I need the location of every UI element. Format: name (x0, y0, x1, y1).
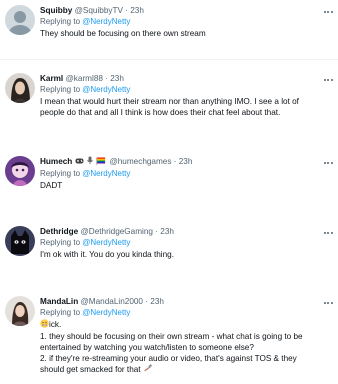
more-options-icon[interactable] (322, 230, 334, 236)
more-options-icon[interactable] (322, 300, 334, 306)
user-handle[interactable]: @SquibbyTV (75, 6, 123, 15)
replying-to: Replying to @NerdyNetty (40, 168, 320, 179)
mention-link[interactable]: @NerdyNetty (82, 238, 130, 247)
tweet-text: I'm ok with it. You do you kinda thing. (40, 249, 320, 260)
mention-link[interactable]: @NerdyNetty (82, 169, 130, 178)
tweet-line: I'm ok with it. You do you kinda thing. (40, 250, 175, 259)
separator: · (145, 297, 149, 306)
reply-tweet[interactable]: Karml @karml88 · 23h Replying to @NerdyN… (0, 68, 338, 148)
display-name[interactable]: MandaLin (40, 297, 78, 306)
tweet-line: I mean that would hurt their stream nor … (40, 97, 299, 106)
replying-to-label: Replying to (40, 17, 81, 26)
mention-link[interactable]: @NerdyNetty (82, 308, 130, 317)
user-handle[interactable]: @DethridgeGaming (81, 227, 153, 236)
display-name[interactable]: Humech (40, 157, 72, 166)
separator: · (173, 157, 177, 166)
microphone-icon (87, 156, 93, 168)
avatar[interactable] (5, 226, 35, 256)
user-handle[interactable]: @humechgames (109, 157, 171, 166)
separator: · (105, 74, 108, 83)
tweet-header: Humech @humechgames · 23h (40, 156, 320, 168)
display-name[interactable]: Karml (40, 74, 63, 83)
more-options-icon[interactable] (322, 77, 334, 83)
tweet-line: 2. if they're re-streaming your audio or… (40, 354, 297, 363)
mention-link[interactable]: @NerdyNetty (82, 17, 130, 26)
display-name[interactable]: Dethridge (40, 227, 78, 236)
tweet-text: DADT (40, 180, 320, 191)
tweet-line: entertained by watching you watch/listen… (40, 343, 254, 352)
replying-to: Replying to @NerdyNetty (40, 307, 320, 318)
more-options-icon[interactable] (322, 160, 334, 166)
grimace-icon (40, 319, 49, 331)
timestamp[interactable]: 23h (150, 297, 164, 306)
replying-to: Replying to @NerdyNetty (40, 84, 320, 95)
avatar[interactable] (5, 73, 35, 103)
more-options-icon[interactable] (322, 9, 334, 15)
tweet-header: MandaLin @MandaLin2000 · 23h (40, 296, 320, 307)
woman-photo-avatar-icon (5, 296, 35, 326)
user-handle[interactable]: @karml88 (66, 74, 103, 83)
timestamp[interactable]: 23h (110, 74, 124, 83)
separator: · (125, 6, 128, 15)
woman-photo-avatar-icon (5, 73, 35, 103)
tweet-text: ick. 1. they should be focusing on their… (40, 319, 320, 376)
mention-link[interactable]: @NerdyNetty (82, 85, 130, 94)
avatar[interactable] (5, 5, 35, 35)
timestamp[interactable]: 23h (130, 6, 144, 15)
replying-to: Replying to @NerdyNetty (40, 16, 320, 27)
person-avatar-icon (5, 5, 35, 35)
timestamp[interactable]: 23h (160, 227, 174, 236)
separator: · (155, 227, 158, 236)
tweet-text: I mean that would hurt their stream nor … (40, 96, 320, 118)
replying-to: Replying to @NerdyNetty (40, 237, 320, 248)
user-handle[interactable]: @MandaLin2000 (81, 297, 144, 306)
tweet-text: They should be focusing on there own str… (40, 28, 320, 39)
tweet-header: Squibby @SquibbyTV · 23h (40, 5, 320, 16)
tweet-line: 1. they should be focusing on their own … (40, 332, 303, 341)
hammer-icon (143, 364, 153, 376)
display-name[interactable]: Squibby (40, 6, 72, 15)
replying-to-label: Replying to (40, 308, 81, 317)
replying-to-label: Replying to (40, 169, 81, 178)
tweet-line: DADT (40, 181, 63, 190)
tweet-line: They should be focusing on there own str… (40, 29, 206, 38)
reply-tweet[interactable]: Humech @humechgames · 23h Replying to @N… (0, 151, 338, 201)
timestamp[interactable]: 23h (179, 157, 193, 166)
tweet-line: should get smacked for that (40, 365, 141, 374)
replying-to-label: Replying to (40, 85, 81, 94)
reply-tweet[interactable]: Dethridge @DethridgeGaming · 23h Replyin… (0, 221, 338, 281)
rainbow-flag-icon (96, 157, 106, 168)
gamepad-icon (75, 157, 84, 168)
tweet-header: Karml @karml88 · 23h (40, 73, 320, 84)
tweet-line: ick. (49, 320, 62, 329)
tweet-line: people do that and all I think is how do… (40, 108, 281, 117)
avatar[interactable] (5, 156, 35, 186)
reply-tweet[interactable]: Squibby @SquibbyTV · 23h Replying to @Ne… (0, 0, 338, 60)
tweet-header: Dethridge @DethridgeGaming · 23h (40, 226, 320, 237)
purple-character-avatar-icon (5, 156, 35, 186)
replying-to-label: Replying to (40, 238, 81, 247)
black-cat-avatar-icon (5, 226, 35, 256)
reply-tweet[interactable]: MandaLin @MandaLin2000 · 23h Replying to… (0, 291, 338, 384)
avatar[interactable] (5, 296, 35, 326)
